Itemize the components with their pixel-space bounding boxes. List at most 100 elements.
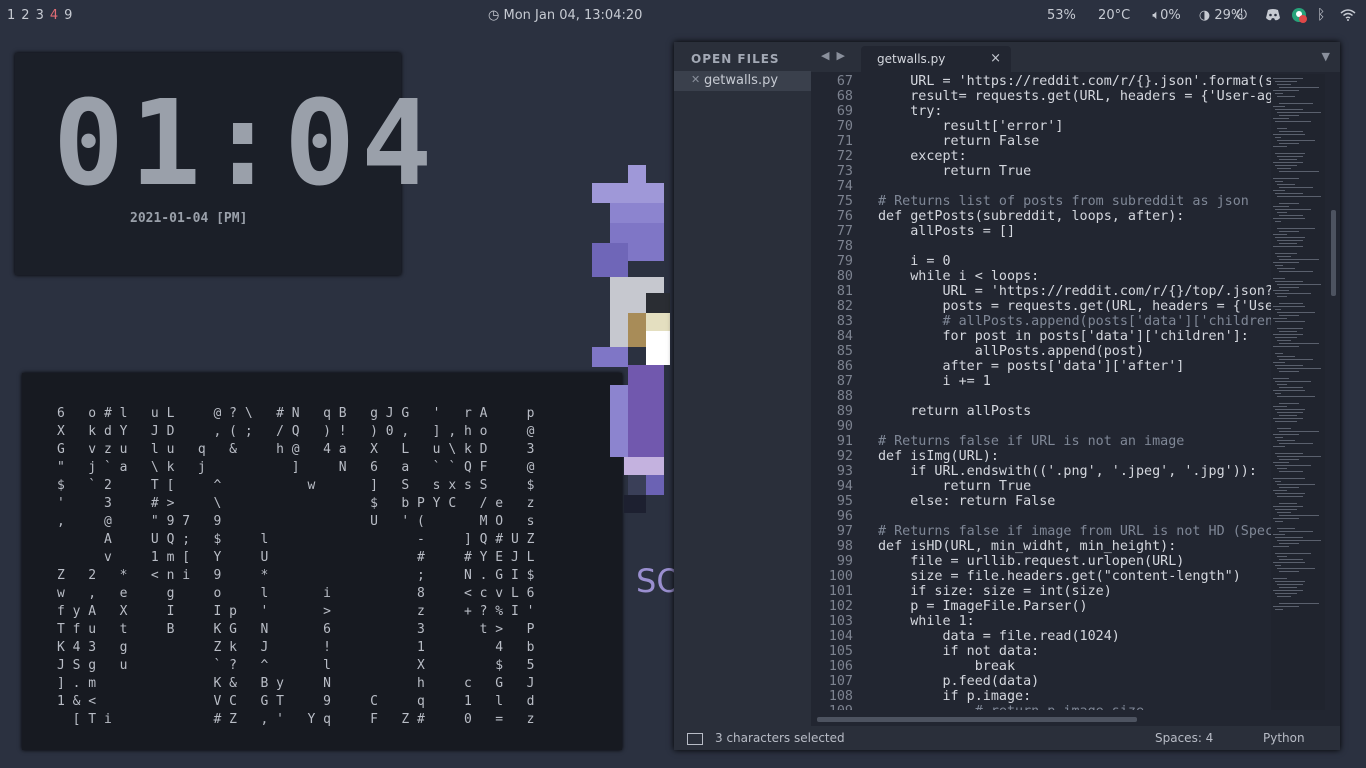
app-notification-icon[interactable] <box>1291 7 1307 27</box>
minimap-stroke <box>1273 206 1289 207</box>
sidebar-file-name: getwalls.py <box>704 73 779 88</box>
discord-icon[interactable] <box>1265 9 1281 25</box>
big-clock-time: 01:04 <box>53 74 439 212</box>
syntax-setting[interactable]: Python <box>1263 731 1305 745</box>
code-line: 70 result['error'] <box>811 119 1271 134</box>
minimap-stroke <box>1273 590 1303 591</box>
minimap-stroke <box>1275 81 1297 82</box>
minimap-stroke <box>1273 534 1285 535</box>
minimap-stroke <box>1275 365 1303 366</box>
pixel-art-wizard-image <box>592 165 670 513</box>
minimap-stroke <box>1275 493 1305 494</box>
minimap-stroke <box>1279 503 1297 504</box>
minimap-stroke <box>1273 78 1303 79</box>
minimap-stroke <box>1279 259 1319 260</box>
minimap-stroke <box>1275 521 1283 522</box>
minimap-stroke <box>1273 90 1299 91</box>
datetime-display[interactable]: ◷ Mon Jan 04, 13:04:20 <box>488 8 642 23</box>
minimap-stroke <box>1273 262 1299 263</box>
tab-getwalls[interactable]: getwalls.py × <box>861 46 1011 72</box>
next-tab-icon[interactable]: ▶ <box>836 49 844 62</box>
minimap-stroke <box>1277 128 1287 129</box>
minimap-stroke <box>1279 471 1303 472</box>
line-text: try: <box>878 104 943 119</box>
workspace-1[interactable]: 1 <box>7 8 15 23</box>
minimap-stroke <box>1275 321 1305 322</box>
minimap-stroke <box>1277 256 1291 257</box>
minimap-stroke <box>1273 246 1303 247</box>
line-number: 69 <box>836 104 853 119</box>
minimap-stroke <box>1273 390 1305 391</box>
tab-close-icon[interactable]: × <box>990 51 1001 66</box>
minimap-stroke <box>1273 434 1299 435</box>
line-number: 91 <box>836 434 853 449</box>
clock-icon: ◷ <box>488 8 500 23</box>
code-line: 97 # Returns false if image from URL is n… <box>811 524 1271 539</box>
line-number: 95 <box>836 494 853 509</box>
matrix-line: " j ` a \ k j ] N 6 a ` ` Q F @ <box>57 460 535 475</box>
code-line: 87 i += 1 <box>811 374 1271 389</box>
minimap-stroke <box>1275 393 1281 394</box>
indentation-setting[interactable]: Spaces: 4 <box>1155 731 1213 745</box>
minimap-stroke <box>1275 237 1305 238</box>
minimap-stroke <box>1277 228 1315 229</box>
minimap-stroke <box>1279 243 1297 244</box>
code-line: 84 for post in posts['data']['children']… <box>811 329 1271 344</box>
minimap-stroke <box>1273 146 1287 147</box>
minimap-stroke <box>1279 443 1313 444</box>
code-area[interactable]: 67 URL = 'https://reddit.com/r/{}.json'.… <box>811 74 1271 710</box>
matrix-line: 1 & < V C G T 9 C q 1 l d <box>57 694 535 709</box>
tab-list-dropdown-icon[interactable]: ▼ <box>1322 50 1330 63</box>
minimap-stroke <box>1273 306 1305 307</box>
matrix-line: X k d Y J D , ( ; / Q ) ! ) 0 , ] , h o … <box>57 424 535 439</box>
code-line: 94 return True <box>811 479 1271 494</box>
minimap-stroke <box>1275 137 1281 138</box>
minimap-stroke <box>1273 106 1285 107</box>
minimap-stroke <box>1279 215 1303 216</box>
line-number: 85 <box>836 344 853 359</box>
workspace-9[interactable]: 9 <box>64 8 72 23</box>
minimap-stroke <box>1275 481 1281 482</box>
line-text: if p.image: <box>878 689 1032 704</box>
minimap-stroke <box>1273 578 1287 579</box>
minimap-stroke <box>1279 331 1297 332</box>
minimap-stroke <box>1273 318 1287 319</box>
line-number: 109 <box>811 704 853 710</box>
previous-tab-icon[interactable]: ◀ <box>821 49 829 62</box>
line-text: except: <box>878 149 967 164</box>
minimap-stroke <box>1277 340 1291 341</box>
minimap-stroke <box>1275 265 1283 266</box>
minimap-stroke <box>1277 112 1321 113</box>
workspace-2[interactable]: 2 <box>21 8 29 23</box>
workspace-4[interactable]: 4 <box>50 8 58 23</box>
datetime-label: Mon Jan 04, 13:04:20 <box>503 8 643 23</box>
editor-status-bar: 3 characters selected Spaces: 4 Python <box>674 726 1340 750</box>
matrix-line: J S g u ` ? ^ l X $ 5 <box>57 658 535 673</box>
line-text: def getPosts(subreddit, loops, after): <box>878 209 1185 224</box>
code-line: 80 while i < loops: <box>811 269 1271 284</box>
line-text: p.feed(data) <box>878 674 1040 689</box>
top-bar: 12349 ◷ Mon Jan 04, 13:04:20 53% 20°C 🔈︎… <box>0 0 1366 32</box>
code-line: 72 except: <box>811 149 1271 164</box>
workspace-3[interactable]: 3 <box>36 8 44 23</box>
bluetooth-icon[interactable]: ᛒ <box>1317 7 1325 23</box>
code-line: 107 p.feed(data) <box>811 674 1271 689</box>
minimap-stroke <box>1275 121 1311 122</box>
vertical-scrollbar[interactable] <box>1331 210 1336 296</box>
code-line: 101 if size: size = int(size) <box>811 584 1271 599</box>
line-text: i = 0 <box>878 254 951 269</box>
minimap[interactable] <box>1271 74 1325 710</box>
sidebar-file-item[interactable]: ✕ getwalls.py <box>674 71 811 91</box>
power-icon[interactable]: ⏻ <box>1236 7 1247 23</box>
close-file-icon[interactable]: ✕ <box>691 73 700 86</box>
line-number: 70 <box>836 119 853 134</box>
wifi-icon[interactable] <box>1340 9 1356 25</box>
panel-toggle-icon[interactable] <box>687 733 703 745</box>
horizontal-scrollbar[interactable] <box>817 717 1137 722</box>
volume-module[interactable]: 🔈︎0% <box>1152 8 1180 23</box>
minimap-stroke <box>1279 515 1319 516</box>
minimap-stroke <box>1277 596 1291 597</box>
matrix-line: ' 3 # > \ $ b P Y C / e z <box>57 496 535 511</box>
minimap-stroke <box>1273 134 1305 135</box>
line-text: data = file.read(1024) <box>878 629 1120 644</box>
